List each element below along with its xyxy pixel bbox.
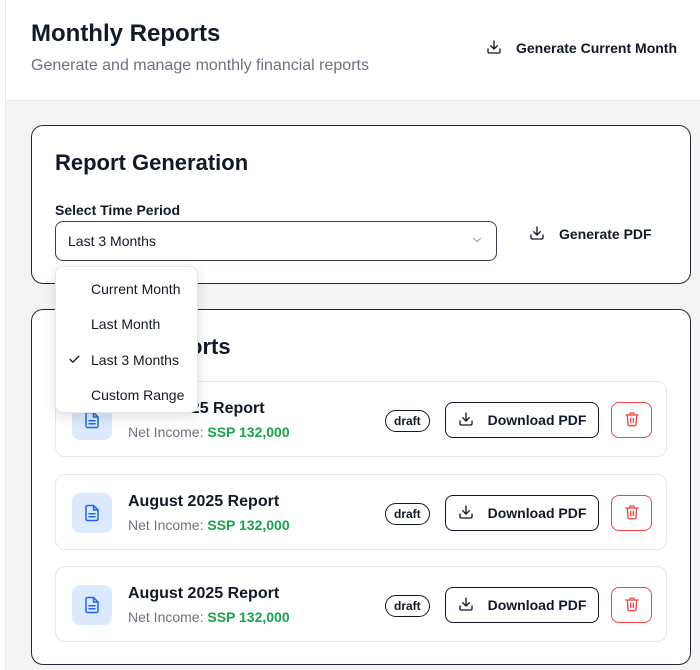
- report-item: August 2025 Report Net Income: SSP 132,0…: [55, 474, 667, 550]
- net-income-label: Net Income:: [128, 609, 204, 625]
- download-icon: [458, 411, 474, 430]
- download-pdf-button[interactable]: Download PDF: [445, 402, 599, 438]
- report-net-income: Net Income: SSP 132,000: [128, 517, 290, 533]
- dropdown-option-last-month[interactable]: Last Month: [56, 307, 197, 343]
- chevron-down-icon: [470, 233, 484, 250]
- report-generation-card: Report Generation Select Time Period Las…: [31, 125, 691, 284]
- download-icon: [458, 596, 474, 615]
- download-pdf-button[interactable]: Download PDF: [445, 587, 599, 623]
- check-icon: [68, 353, 81, 369]
- net-income-amount: SSP 132,000: [207, 609, 290, 625]
- time-period-label: Select Time Period: [55, 202, 181, 218]
- net-income-label: Net Income:: [128, 517, 204, 533]
- download-pdf-button[interactable]: Download PDF: [445, 495, 599, 531]
- page-title: Monthly Reports: [31, 20, 221, 47]
- time-period-select[interactable]: Last 3 Months: [55, 221, 497, 261]
- download-pdf-label: Download PDF: [487, 597, 587, 613]
- trash-icon: [624, 504, 640, 523]
- download-pdf-label: Download PDF: [487, 505, 587, 521]
- dropdown-option-label: Current Month: [91, 280, 181, 297]
- download-icon: [529, 225, 545, 244]
- report-net-income: Net Income: SSP 132,000: [128, 609, 290, 625]
- generate-pdf-label: Generate PDF: [559, 226, 652, 242]
- dropdown-option-custom-range[interactable]: Custom Range: [56, 378, 197, 414]
- report-item: August 2025 Report Net Income: SSP 132,0…: [55, 566, 667, 642]
- net-income-amount: SSP 132,000: [207, 424, 290, 440]
- dropdown-option-current-month[interactable]: Current Month: [56, 271, 197, 307]
- generate-current-month-label: Generate Current Month: [516, 40, 678, 56]
- status-badge: draft: [385, 595, 430, 617]
- dropdown-option-label: Last 3 Months: [91, 351, 179, 368]
- time-period-value: Last 3 Months: [68, 233, 156, 249]
- dropdown-option-label: Last Month: [91, 316, 161, 333]
- download-icon: [458, 504, 474, 523]
- page-header: Monthly Reports Generate and manage mont…: [6, 0, 700, 101]
- generate-pdf-button[interactable]: Generate PDF: [519, 216, 662, 252]
- trash-icon: [624, 596, 640, 615]
- status-badge: draft: [385, 410, 430, 432]
- delete-report-button[interactable]: [611, 587, 652, 623]
- report-title: August 2025 Report: [128, 493, 280, 510]
- trash-icon: [624, 411, 640, 430]
- file-text-icon: [72, 493, 112, 533]
- dropdown-option-label: Custom Range: [91, 387, 185, 404]
- file-text-icon: [72, 585, 112, 625]
- time-period-dropdown: Current Month Last Month Last 3 Months C…: [55, 266, 198, 413]
- report-net-income: Net Income: SSP 132,000: [128, 424, 290, 440]
- page-subtitle: Generate and manage monthly financial re…: [31, 57, 369, 74]
- status-badge: draft: [385, 503, 430, 525]
- net-income-amount: SSP 132,000: [207, 517, 290, 533]
- report-generation-title: Report Generation: [55, 150, 249, 175]
- generate-current-month-button[interactable]: Generate Current Month: [476, 30, 687, 66]
- net-income-label: Net Income:: [128, 424, 204, 440]
- delete-report-button[interactable]: [611, 495, 652, 531]
- delete-report-button[interactable]: [611, 402, 652, 438]
- report-title: August 2025 Report: [128, 585, 280, 602]
- dropdown-option-last-3-months[interactable]: Last 3 Months: [56, 342, 197, 378]
- download-pdf-label: Download PDF: [487, 412, 587, 428]
- download-icon: [486, 39, 502, 58]
